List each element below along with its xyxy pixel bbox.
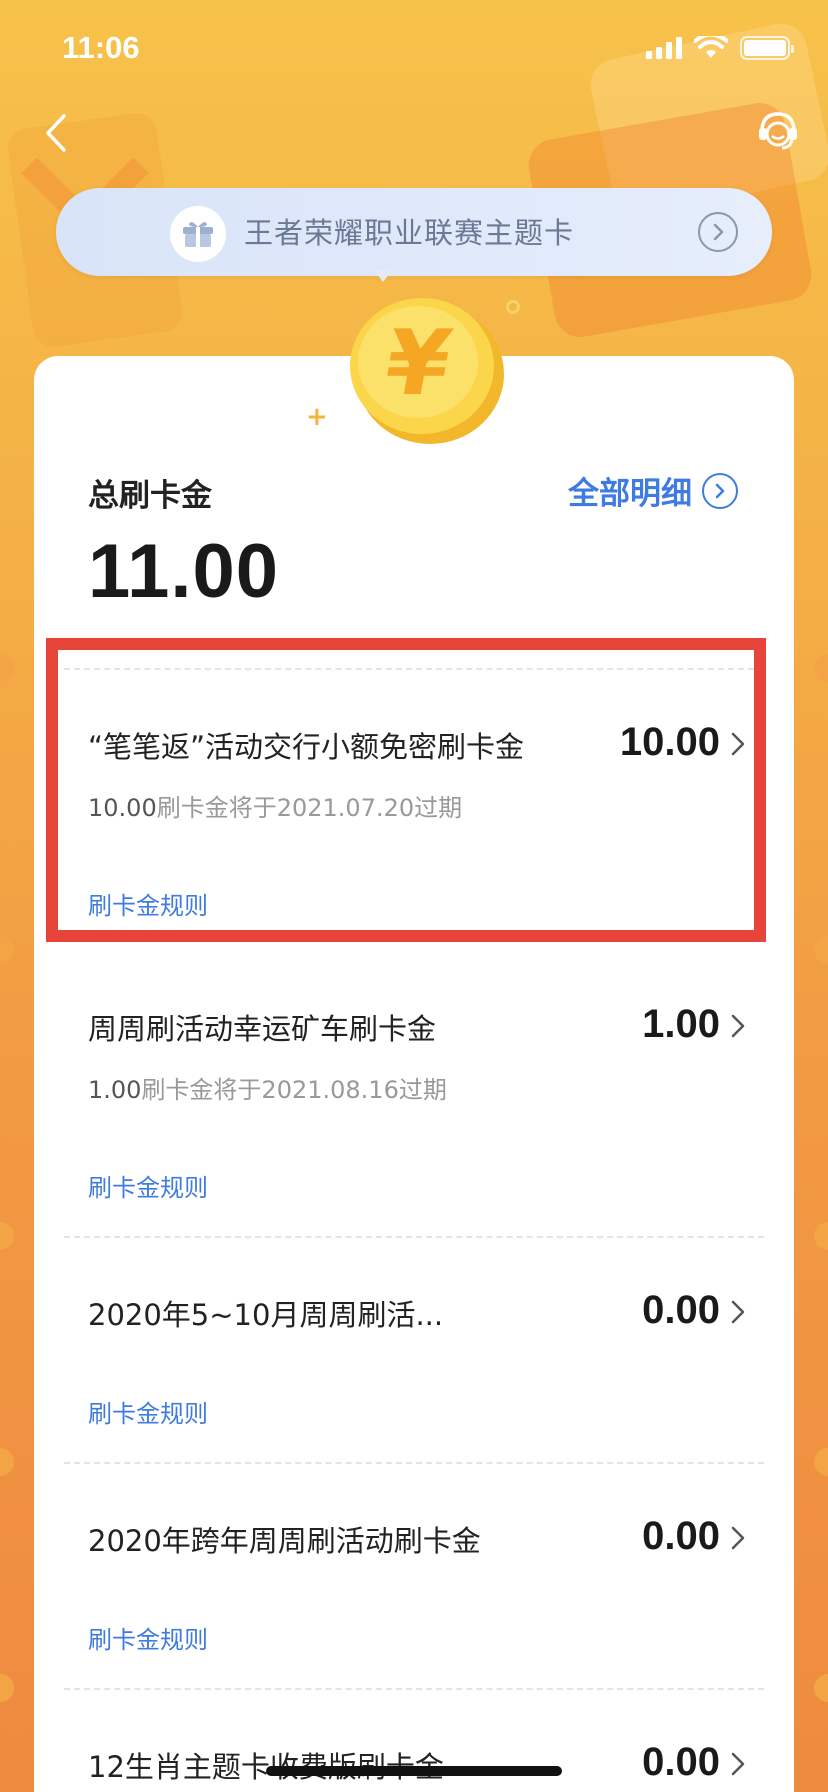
ticket-notch <box>814 1448 828 1476</box>
all-details-label: 全部明细 <box>568 476 692 512</box>
list-item[interactable]: 2020年5~10月周周刷活... 0.00 刷卡金规则 <box>0 1222 828 1462</box>
customer-service-icon[interactable] <box>754 106 802 156</box>
highlight-box <box>46 638 766 942</box>
item-amount: 0.00 <box>642 1740 720 1784</box>
gift-icon <box>170 206 226 262</box>
status-icons <box>646 36 794 60</box>
ticket-notch <box>814 936 828 964</box>
list-item[interactable]: 12生肖主题卡收费版刷卡金 0.00 <box>0 1674 828 1792</box>
divider <box>64 1236 764 1238</box>
ticket-notch <box>814 1674 828 1702</box>
sparkle-icon <box>506 300 520 314</box>
item-amount: 1.00 <box>642 1002 720 1046</box>
ticket-notch <box>0 654 14 682</box>
rule-link[interactable]: 刷卡金规则 <box>88 1168 208 1203</box>
chevron-right-icon <box>731 1752 745 1776</box>
total-value: 11.00 <box>88 529 279 614</box>
ticket-notch <box>0 1674 14 1702</box>
status-bar: 11:06 <box>0 0 828 96</box>
ticket-notch <box>0 1222 14 1250</box>
rule-link[interactable]: 刷卡金规则 <box>88 1394 208 1429</box>
total-label: 总刷卡金 <box>88 478 212 514</box>
ticket-notch <box>814 654 828 682</box>
item-title: 2020年5~10月周周刷活... <box>88 1298 444 1332</box>
ticket-notch <box>0 936 14 964</box>
status-time: 11:06 <box>62 30 140 65</box>
divider <box>64 1688 764 1690</box>
coin-icon: ¥ <box>350 298 504 444</box>
banner-title: 王者荣耀职业联赛主题卡 <box>244 216 575 250</box>
divider <box>64 1462 764 1464</box>
chevron-right-icon <box>731 1300 745 1324</box>
item-title: 12生肖主题卡收费版刷卡金 <box>88 1750 444 1784</box>
wifi-icon <box>694 36 728 58</box>
chevron-right-icon <box>731 1014 745 1038</box>
theme-card-banner[interactable]: 王者荣耀职业联赛主题卡 <box>56 188 772 276</box>
rule-link[interactable]: 刷卡金规则 <box>88 1620 208 1655</box>
battery-icon <box>740 36 794 60</box>
expiry-note: 1.00刷卡金将于2021.08.16过期 <box>88 1076 447 1104</box>
home-indicator[interactable] <box>266 1766 562 1776</box>
ticket-notch <box>814 1222 828 1250</box>
item-amount: 0.00 <box>642 1514 720 1558</box>
back-button[interactable] <box>36 108 80 158</box>
item-amount: 0.00 <box>642 1288 720 1332</box>
ticket-notch <box>0 1448 14 1476</box>
list-item[interactable]: 周周刷活动幸运矿车刷卡金 1.00 1.00刷卡金将于2021.08.16过期 … <box>0 936 828 1234</box>
item-title: 周周刷活动幸运矿车刷卡金 <box>88 1012 437 1046</box>
chevron-right-icon <box>702 472 738 509</box>
sparkle-icon: + <box>306 402 328 432</box>
cellular-signal-icon <box>646 37 682 59</box>
item-title: 2020年跨年周周刷活动刷卡金 <box>88 1524 481 1558</box>
all-details-link[interactable]: 全部明细 <box>568 468 738 513</box>
list-item[interactable]: 2020年跨年周周刷活动刷卡金 0.00 刷卡金规则 <box>0 1448 828 1688</box>
chevron-right-icon <box>731 1526 745 1550</box>
chevron-right-icon <box>698 212 738 252</box>
